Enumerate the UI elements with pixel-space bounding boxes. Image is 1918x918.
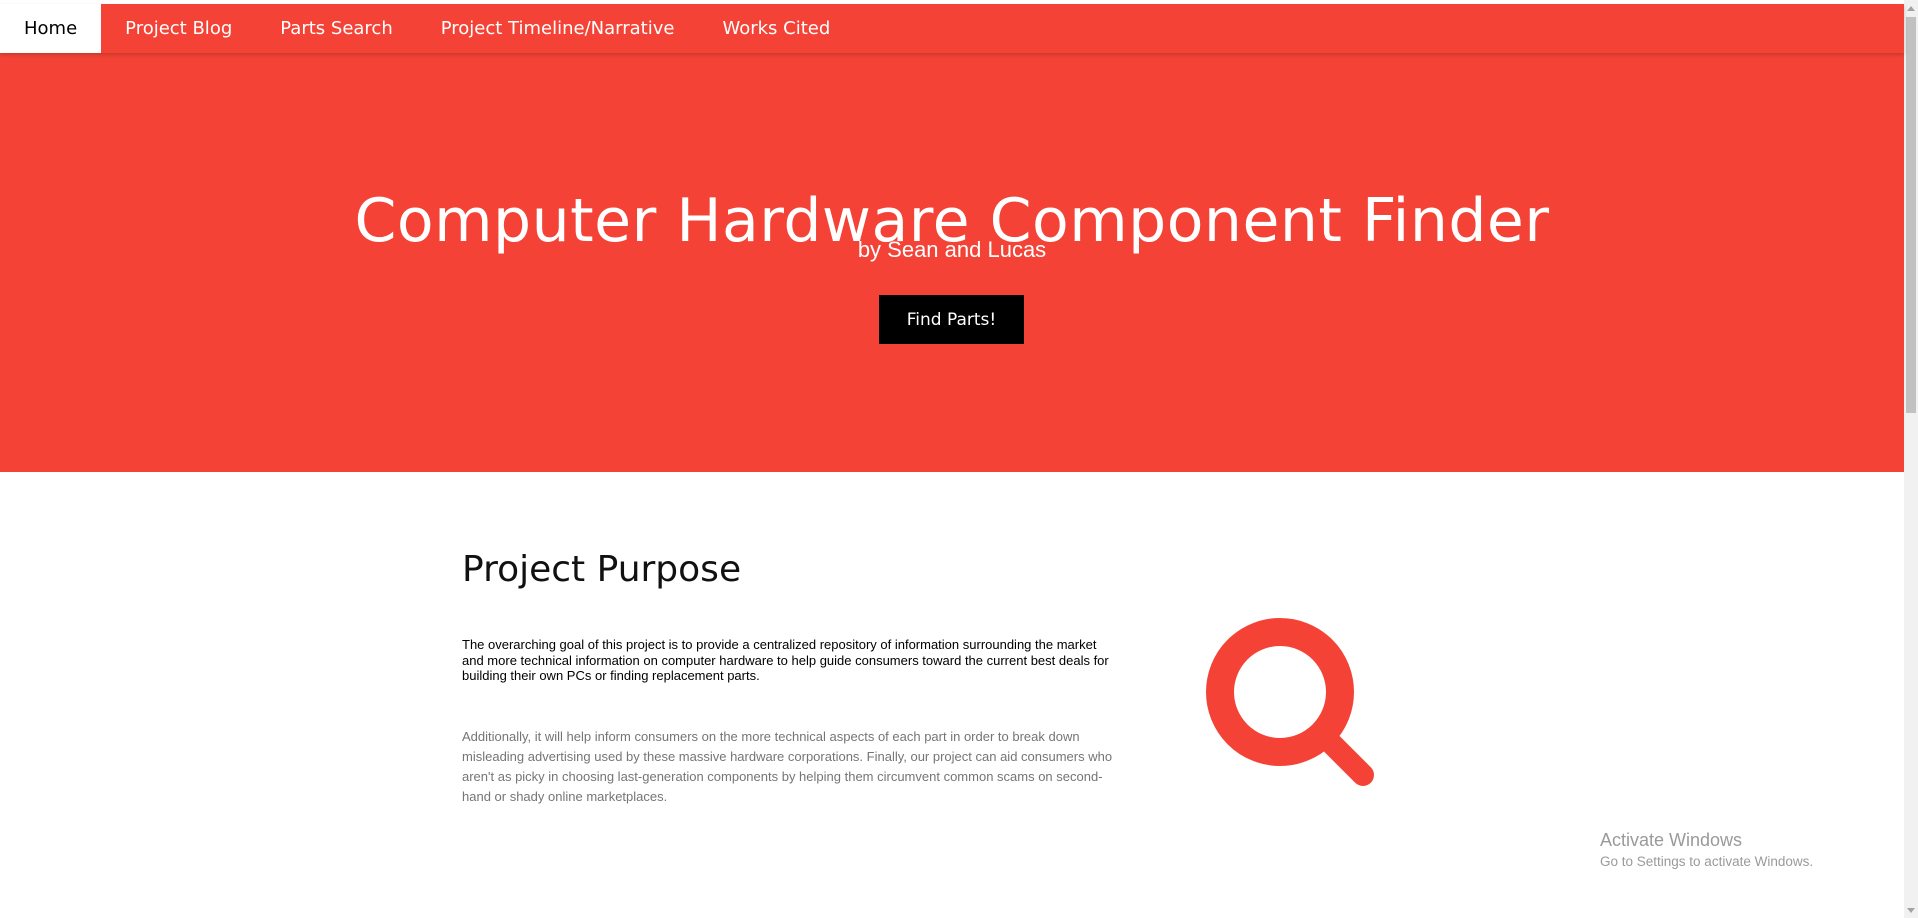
scroll-down-arrow-icon[interactable] [1904, 902, 1918, 918]
page: Home Project Blog Parts Search Project T… [0, 0, 1918, 918]
purpose-paragraph-1: The overarching goal of this project is … [462, 637, 1109, 683]
nav-item-works-cited[interactable]: Works Cited [698, 4, 854, 53]
hero-subtitle: by Sean and Lucas [857, 237, 1047, 262]
hero-banner: Computer Hardware Component Finder by Se… [0, 53, 1904, 472]
find-parts-button[interactable]: Find Parts! [879, 295, 1024, 344]
nav-item-project-timeline[interactable]: Project Timeline/Narrative [417, 4, 699, 53]
nav-item-project-blog[interactable]: Project Blog [101, 4, 256, 53]
purpose-title: Project Purpose [462, 549, 742, 590]
purpose-paragraph-2: Additionally, it will help inform consum… [462, 729, 1113, 804]
search-icon [1206, 618, 1374, 786]
activate-windows-watermark: Activate Windows Go to Settings to activ… [1600, 829, 1813, 871]
nav-item-home[interactable]: Home [0, 4, 102, 53]
scrollbar-thumb[interactable] [1906, 17, 1916, 413]
top-navbar: Home Project Blog Parts Search Project T… [0, 4, 1904, 53]
nav-item-parts-search[interactable]: Parts Search [256, 4, 416, 53]
activate-windows-subtitle: Go to Settings to activate Windows. [1600, 854, 1814, 869]
activate-windows-title: Activate Windows [1600, 830, 1743, 850]
vertical-scrollbar[interactable] [1904, 0, 1918, 918]
scroll-up-arrow-icon[interactable] [1904, 0, 1918, 16]
